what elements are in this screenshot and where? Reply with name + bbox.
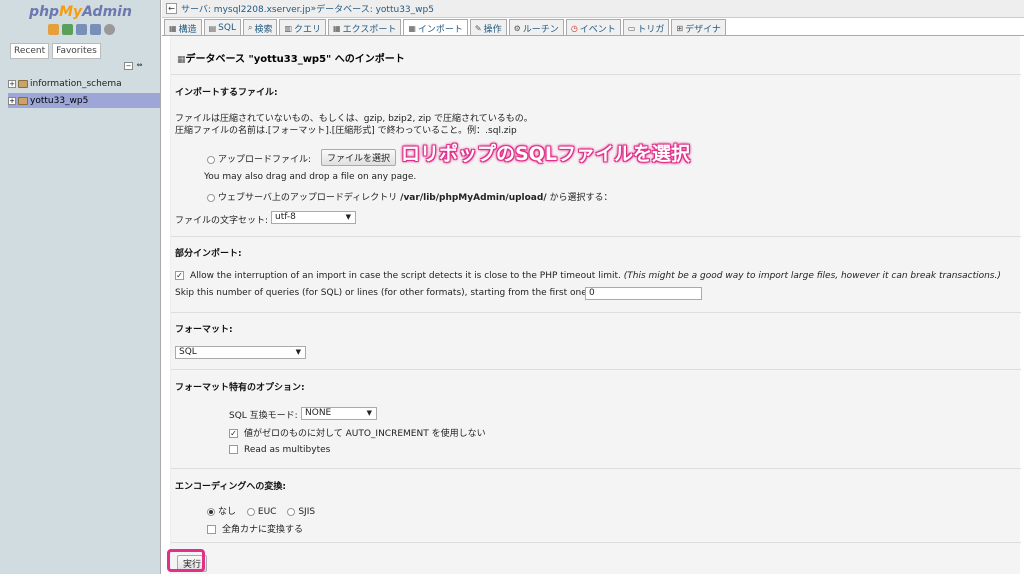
dropdown-caret-icon: ▼: [366, 409, 372, 417]
expand-icon[interactable]: +: [8, 96, 16, 105]
tab-designer[interactable]: ⊞ デザイナ: [671, 19, 726, 36]
enc-none-radio[interactable]: [207, 507, 215, 516]
divider: [171, 236, 1021, 237]
enc-sjis-radio[interactable]: [287, 507, 296, 516]
tab-recent[interactable]: Recent: [10, 43, 50, 59]
navigation-panel: phpMyAdmin Recent Favorites − ⇔ + inform…: [0, 0, 161, 574]
home-icon[interactable]: [48, 24, 59, 35]
designer-icon: ⊞: [676, 23, 684, 33]
divider: [171, 542, 1021, 543]
format-options-title: フォーマット特有のオプション:: [175, 383, 305, 393]
breadcrumb-database[interactable]: データベース: yottu33_wp5: [316, 2, 434, 15]
skip-input[interactable]: 0: [585, 287, 702, 300]
skip-label: Skip this number of queries (for SQL) or…: [175, 288, 590, 298]
routines-icon: ⚙: [513, 23, 521, 33]
database-icon: [18, 96, 28, 105]
charset-select[interactable]: utf-8 ▼: [271, 211, 356, 224]
back-arrow-icon[interactable]: ←: [166, 3, 177, 14]
sql-compat-select[interactable]: NONE ▼: [301, 407, 377, 420]
multibytes-checkbox[interactable]: [229, 445, 238, 454]
database-icon: [18, 79, 28, 88]
drag-note: You may also drag and drop a file on any…: [204, 172, 417, 182]
partial-section-title: 部分インポート:: [175, 249, 242, 259]
logout-icon[interactable]: [62, 24, 73, 35]
annotation-text: ロリポップのSQLファイルを選択: [401, 143, 690, 165]
import-icon: ▦: [408, 24, 416, 33]
search-icon: ⌕: [247, 23, 253, 32]
breadcrumb: ← サーバ: mysql2208.xserver.jp » データベース: yo…: [162, 0, 1024, 18]
go-button-highlight: [167, 549, 205, 572]
main-content: ▦データベース "yottu33_wp5" へのインポート インポートするファイ…: [162, 36, 1024, 574]
expand-icon[interactable]: +: [8, 79, 16, 88]
format-section-title: フォーマット:: [175, 325, 233, 335]
tab-favorites[interactable]: Favorites: [52, 43, 101, 59]
tab-search[interactable]: ⌕ 検索: [242, 19, 278, 36]
format-select[interactable]: SQL ▼: [175, 346, 306, 359]
page-title: ▦データベース "yottu33_wp5" へのインポート: [177, 54, 405, 65]
divider: [171, 369, 1021, 370]
webserver-row: ウェブサーバ上のアップロードディレクトリ /var/lib/phpMyAdmin…: [207, 190, 613, 203]
divider: [171, 312, 1021, 313]
db-item-yottu33-wp5[interactable]: + yottu33_wp5: [8, 93, 160, 108]
webserver-radio[interactable]: [207, 193, 215, 202]
query-icon: ▥: [284, 23, 293, 33]
link-icon[interactable]: ⇔: [135, 62, 144, 70]
upload-row: アップロードファイル:: [207, 152, 311, 165]
divider: [171, 74, 1021, 75]
sidebar-icon-bar: [48, 24, 115, 35]
file-section-title: インポートするファイル:: [175, 88, 278, 98]
triggers-icon: ▭: [627, 23, 636, 33]
sidebar-tabs: Recent Favorites: [10, 43, 101, 59]
sql-compat-label: SQL 互換モード:: [229, 411, 298, 421]
export-icon: ▦: [333, 23, 341, 33]
file-note-2: 圧縮ファイルの名前は.[フォーマット].[圧縮形式] で終わっていること。例：.…: [175, 126, 517, 136]
auto-increment-checkbox[interactable]: ✓: [229, 429, 238, 438]
dropdown-caret-icon: ▼: [295, 348, 301, 356]
tab-sql[interactable]: ▤ SQL: [203, 19, 241, 36]
tab-query[interactable]: ▥ クエリ: [279, 19, 327, 36]
tab-bar: ▦ 構造 ▤ SQL ⌕ 検索 ▥ クエリ ▦ エクスポート ▦ インポート ✎ 操作 ⚙ ルー…: [164, 19, 726, 37]
charset-label: ファイルの文字セット:: [175, 216, 269, 226]
encoding-options: なし EUC SJIS: [207, 504, 315, 517]
dropdown-caret-icon: ▼: [345, 213, 351, 221]
tab-routines[interactable]: ⚙ ルーチン: [508, 19, 564, 36]
divider: [171, 468, 1021, 469]
allow-interrupt-checkbox[interactable]: ✓: [175, 271, 184, 280]
zenkaku-row: 全角カナに変換する: [207, 522, 303, 535]
phpmyadmin-logo[interactable]: phpMyAdmin: [0, 4, 161, 20]
import-form: ▦データベース "yottu33_wp5" へのインポート インポートするファイ…: [170, 36, 1021, 574]
docs-icon[interactable]: [90, 24, 101, 35]
tab-export[interactable]: ▦ エクスポート: [328, 19, 402, 36]
upload-radio[interactable]: [207, 155, 215, 164]
breadcrumb-server[interactable]: サーバ: mysql2208.xserver.jp: [181, 2, 311, 15]
tab-operations[interactable]: ✎ 操作: [469, 19, 507, 36]
collapse-controls: − ⇔: [124, 62, 144, 70]
auto-increment-row: ✓ 値がゼロのものに対して AUTO_INCREMENT を使用しない: [229, 429, 486, 439]
choose-file-button[interactable]: ファイルを選択: [321, 149, 397, 166]
tab-triggers[interactable]: ▭ トリガ: [622, 19, 670, 36]
query-window-icon[interactable]: [76, 24, 87, 35]
import-icon: ▦: [177, 55, 186, 65]
events-icon: ◷: [570, 23, 578, 33]
zenkaku-checkbox[interactable]: [207, 525, 216, 534]
encoding-section-title: エンコーディングへの変換:: [175, 482, 286, 492]
tab-events[interactable]: ◷ イベント: [565, 19, 621, 36]
enc-euc-radio[interactable]: [246, 507, 255, 516]
collapse-all-icon[interactable]: −: [124, 62, 133, 70]
allow-interrupt-row: ✓ Allow the interruption of an import in …: [175, 271, 1001, 281]
multibytes-row: Read as multibytes: [229, 445, 330, 455]
reload-icon[interactable]: [104, 24, 115, 35]
operations-icon: ✎: [474, 23, 482, 33]
structure-icon: ▦: [169, 23, 177, 33]
sql-icon: ▤: [208, 23, 217, 33]
tab-structure[interactable]: ▦ 構造: [164, 19, 202, 36]
db-item-information-schema[interactable]: + information_schema: [8, 76, 160, 91]
